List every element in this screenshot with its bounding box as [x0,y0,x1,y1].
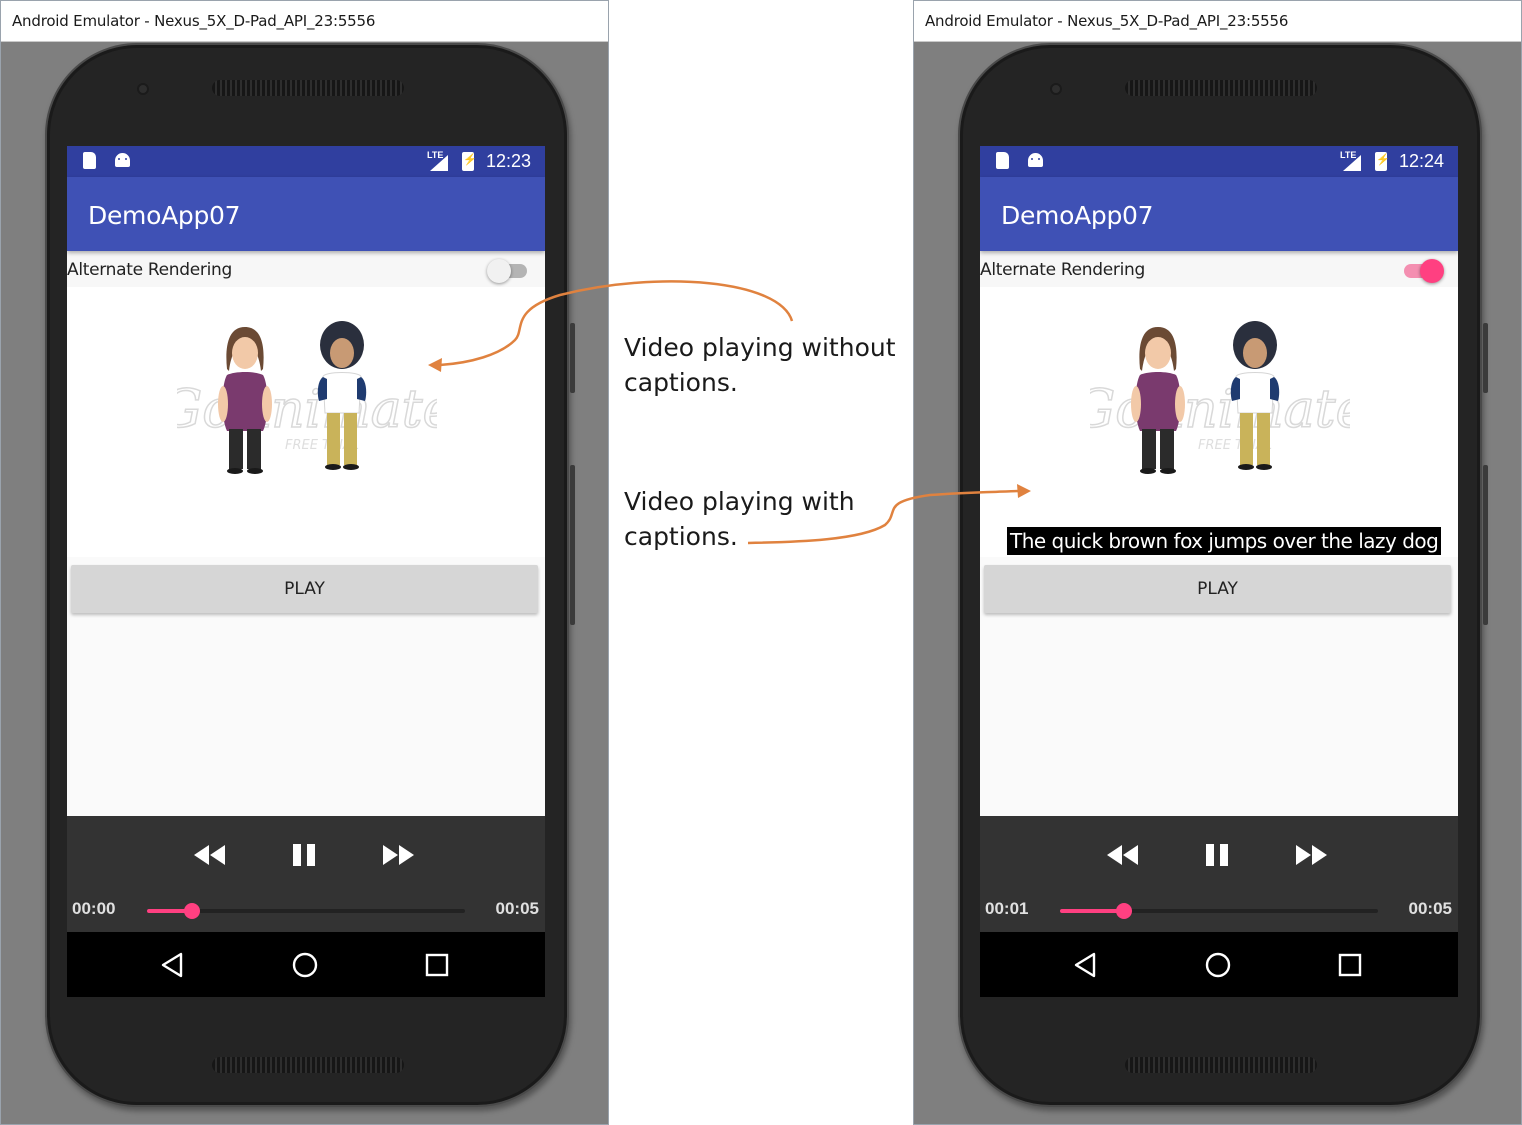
seek-thumb[interactable] [183,903,200,919]
watermark-text: GoAnimate [177,380,437,440]
back-icon[interactable] [1070,950,1100,980]
total-time: 00:05 [495,899,539,918]
pause-icon[interactable] [1202,840,1232,870]
status-bar: LTE 12:24 [980,146,1458,177]
sd-card-icon [996,152,1009,169]
emulator-window-left: Android Emulator - Nexus_5X_D-Pad_API_23… [0,0,609,1125]
phone-frame: LTE 12:23 DemoApp07 Alternate Rendering [45,43,575,1107]
android-debug-icon [1028,153,1043,167]
rewind-icon[interactable] [1105,840,1141,870]
recents-icon[interactable] [422,950,452,980]
status-bar: LTE 12:23 [67,146,545,177]
emulator-window-right: Android Emulator - Nexus_5X_D-Pad_API_23… [913,0,1522,1125]
seek-bar[interactable] [1060,903,1378,919]
sd-card-icon [83,152,96,169]
annotation-line: captions. [624,368,738,397]
fast-forward-icon[interactable] [1293,840,1329,870]
camera-icon [1050,83,1062,95]
window-title: Android Emulator - Nexus_5X_D-Pad_API_23… [914,1,1521,42]
seek-progress [1060,909,1124,913]
play-button[interactable]: PLAY [984,565,1451,613]
volume-button[interactable] [570,323,575,393]
status-time: 12:24 [1399,151,1445,171]
app-title: DemoApp07 [1001,201,1154,230]
battery-icon [1375,152,1390,171]
back-icon[interactable] [157,950,187,980]
app-title: DemoApp07 [88,201,241,230]
alternate-rendering-row: Alternate Rendering [980,251,1458,287]
caption-text: The quick brown fox jumps over the lazy … [1007,527,1442,555]
earpiece-speaker [212,80,404,96]
annotation-line: captions. [624,522,738,551]
fast-forward-icon[interactable] [380,840,416,870]
video-view[interactable]: GoAnimate FREE TRIAL [67,287,545,557]
bottom-speaker [212,1057,404,1073]
video-frame-characters: GoAnimate FREE TRIAL [177,321,437,474]
switch-thumb [1420,259,1444,283]
current-time: 00:01 [985,899,1029,918]
app-bar: DemoApp07 [67,177,545,251]
character-woman [218,327,272,474]
annotation-without-captions: Video playing without captions. [624,330,896,400]
page: Android Emulator - Nexus_5X_D-Pad_API_23… [0,0,1522,1125]
phone-frame: LTE 12:24 DemoApp07 Alternate Rendering [958,43,1488,1107]
total-time: 00:05 [1408,899,1452,918]
switch-thumb [487,259,511,283]
navigation-bar [67,932,545,997]
play-button[interactable]: PLAY [71,565,538,613]
seek-bar[interactable] [147,903,465,919]
character-woman [1131,327,1185,474]
volume-button[interactable] [1483,323,1488,393]
app-bar: DemoApp07 [980,177,1458,251]
annotation-with-captions: Video playing with captions. [624,484,855,554]
home-icon[interactable] [1203,950,1233,980]
annotation-line: Video playing with [624,487,855,516]
battery-icon [462,152,477,171]
alternate-rendering-label: Alternate Rendering [67,260,232,280]
home-icon[interactable] [290,950,320,980]
alternate-rendering-label: Alternate Rendering [980,260,1145,280]
device-screen: LTE 12:24 DemoApp07 Alternate Rendering [980,146,1458,997]
camera-icon [137,83,149,95]
rewind-icon[interactable] [192,840,228,870]
annotation-line: Video playing without [624,333,896,362]
recents-icon[interactable] [1335,950,1365,980]
seek-thumb[interactable] [1115,903,1132,919]
media-controller: 00:01 00:05 [980,816,1458,932]
video-view[interactable]: GoAnimate FREE TRIAL [980,287,1458,557]
alternate-rendering-row: Alternate Rendering [67,251,545,287]
current-time: 00:00 [72,899,116,918]
video-frame-characters: GoAnimate FREE TRIAL [1090,321,1350,474]
alternate-rendering-switch[interactable] [1400,258,1444,284]
lte-indicator: LTE [427,150,444,160]
watermark-text: GoAnimate [1090,380,1350,440]
navigation-bar [980,932,1458,997]
power-button[interactable] [570,465,575,625]
power-button[interactable] [1483,465,1488,625]
device-screen: LTE 12:23 DemoApp07 Alternate Rendering [67,146,545,997]
pause-icon[interactable] [289,840,319,870]
window-title: Android Emulator - Nexus_5X_D-Pad_API_23… [1,1,608,42]
bottom-speaker [1125,1057,1317,1073]
status-time: 12:23 [486,151,532,171]
android-debug-icon [115,153,130,167]
earpiece-speaker [1125,80,1317,96]
media-controller: 00:00 00:05 [67,816,545,932]
alternate-rendering-switch[interactable] [487,258,531,284]
lte-indicator: LTE [1340,150,1357,160]
